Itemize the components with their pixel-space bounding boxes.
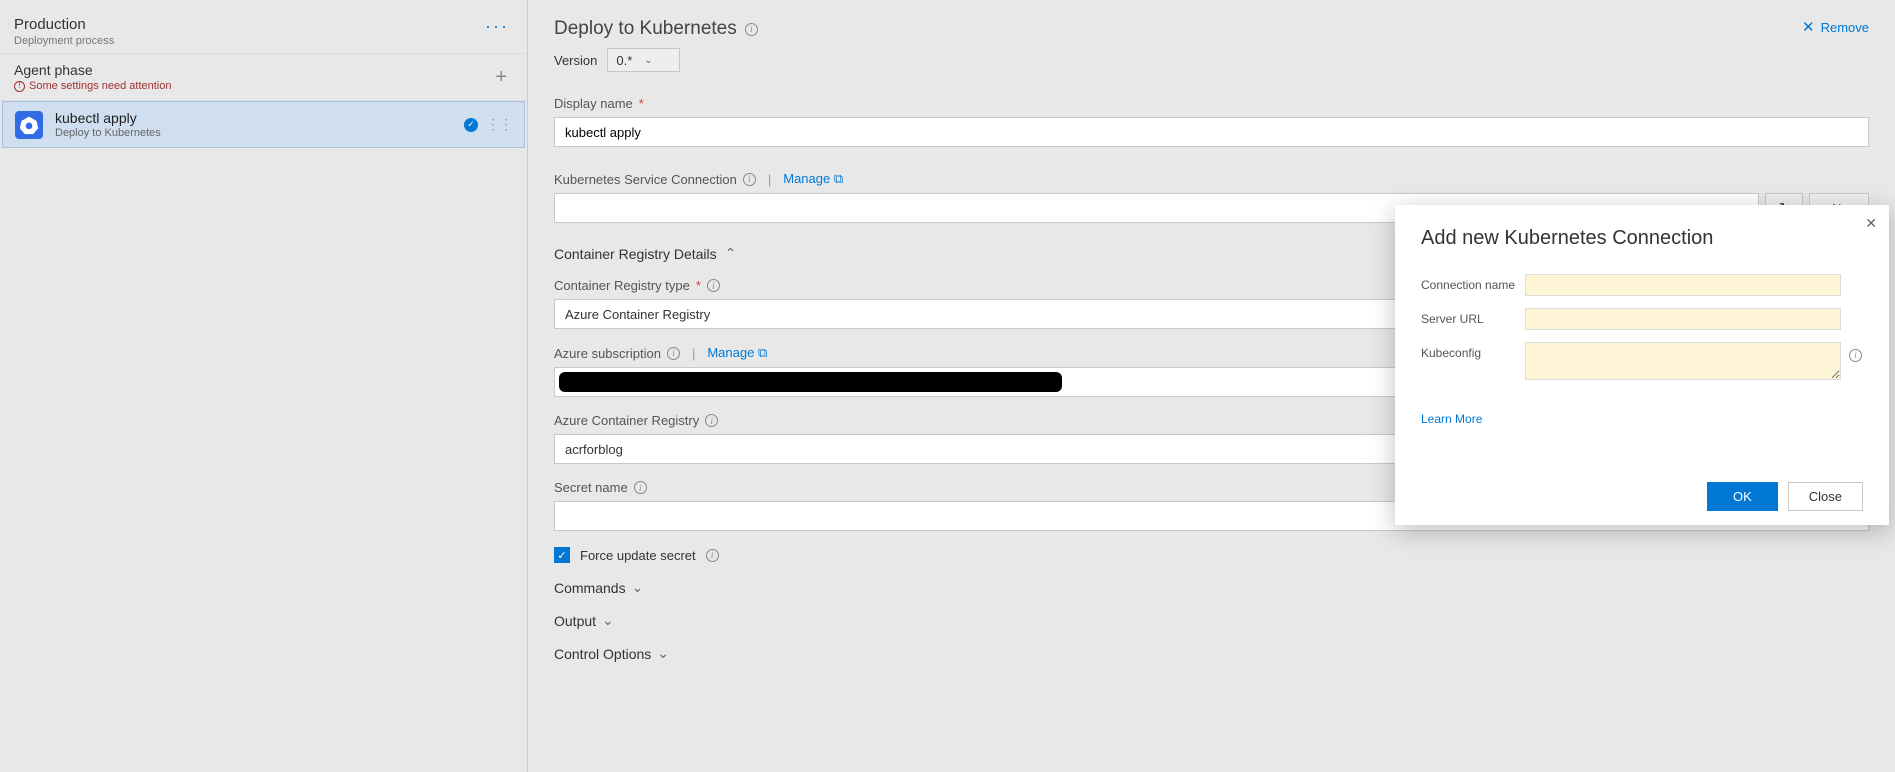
info-icon[interactable]: i	[706, 549, 719, 562]
agent-phase-title: Agent phase	[14, 62, 171, 78]
agent-phase-row[interactable]: Agent phase ! Some settings need attenti…	[0, 54, 527, 101]
agent-phase-warning-text: Some settings need attention	[29, 80, 171, 92]
right-panel: Deploy to Kubernetes i Version 0.* ⌄ ✕ R…	[528, 0, 1895, 772]
add-task-button[interactable]: +	[489, 66, 513, 89]
left-panel: Production Deployment process ··· Agent …	[0, 0, 528, 772]
info-icon[interactable]: i	[743, 173, 756, 186]
version-value: 0.*	[616, 53, 632, 68]
required-indicator: *	[696, 278, 701, 293]
info-icon[interactable]: i	[634, 481, 647, 494]
connection-name-input[interactable]	[1525, 274, 1841, 296]
drag-handle-icon[interactable]: ⋮⋮	[486, 116, 512, 133]
server-url-input[interactable]	[1525, 308, 1841, 330]
close-icon: ✕	[1802, 18, 1815, 36]
version-row: Version 0.* ⌄	[554, 48, 758, 72]
cr-type-value: Azure Container Registry	[565, 307, 710, 322]
cr-details-label: Container Registry Details	[554, 246, 717, 262]
kubernetes-icon	[15, 111, 43, 139]
chevron-down-icon	[632, 579, 644, 596]
manage-link[interactable]: Manage ⧉	[783, 171, 843, 187]
acr-value: acrforblog	[565, 442, 623, 457]
chevron-down-icon	[602, 612, 614, 629]
remove-button[interactable]: ✕ Remove	[1802, 18, 1869, 36]
manage-label: Manage	[707, 345, 754, 360]
chevron-down-icon	[657, 645, 669, 662]
required-indicator: *	[639, 96, 644, 111]
cr-type-label: Container Registry type	[554, 278, 690, 293]
close-button[interactable]: Close	[1788, 482, 1863, 511]
display-name-label: Display name	[554, 96, 633, 111]
process-subtitle: Deployment process	[14, 35, 114, 47]
force-update-checkbox[interactable]: ✓	[554, 547, 570, 563]
acr-label: Azure Container Registry	[554, 413, 699, 428]
process-title: Production	[14, 16, 114, 33]
info-icon[interactable]: i	[705, 414, 718, 427]
dialog-close-button[interactable]: ✕	[1865, 215, 1877, 232]
manage-subscription-link[interactable]: Manage ⧉	[707, 345, 767, 361]
chevron-down-icon: ⌄	[644, 55, 652, 66]
warning-icon: !	[14, 81, 25, 92]
control-options-label: Control Options	[554, 646, 651, 662]
info-icon[interactable]: i	[1849, 349, 1862, 362]
info-icon[interactable]: i	[745, 23, 758, 36]
task-row[interactable]: kubectl apply Deploy to Kubernetes ✓ ⋮⋮	[2, 101, 525, 148]
task-subtitle: Deploy to Kubernetes	[55, 127, 452, 139]
process-header: Production Deployment process ···	[0, 10, 527, 54]
server-url-label: Server URL	[1421, 308, 1517, 326]
info-icon[interactable]: i	[707, 279, 720, 292]
ok-button[interactable]: OK	[1707, 482, 1778, 511]
commands-label: Commands	[554, 580, 626, 596]
display-name-input[interactable]	[554, 117, 1869, 147]
info-icon[interactable]: i	[667, 347, 680, 360]
secret-name-label: Secret name	[554, 480, 628, 495]
task-name: kubectl apply	[55, 110, 452, 126]
separator: |	[768, 172, 771, 187]
remove-label: Remove	[1821, 20, 1869, 35]
new-connection-dialog: ✕ Add new Kubernetes Connection Connecti…	[1395, 205, 1889, 525]
task-status-icon: ✓	[464, 118, 478, 132]
version-select[interactable]: 0.* ⌄	[607, 48, 679, 72]
connection-name-label: Connection name	[1421, 274, 1517, 292]
force-update-label: Force update secret	[580, 548, 696, 563]
agent-phase-warning: ! Some settings need attention	[14, 80, 171, 92]
version-label: Version	[554, 53, 597, 68]
az-sub-label: Azure subscription	[554, 346, 661, 361]
output-label: Output	[554, 613, 596, 629]
kubeconfig-textarea[interactable]	[1525, 342, 1841, 380]
control-options-section-toggle[interactable]: Control Options	[554, 645, 1869, 662]
output-section-toggle[interactable]: Output	[554, 612, 1869, 629]
dialog-title: Add new Kubernetes Connection	[1421, 227, 1863, 250]
close-icon: ✕	[1865, 215, 1877, 231]
kubeconfig-label: Kubeconfig	[1421, 342, 1517, 360]
manage-label: Manage	[783, 171, 830, 186]
page-title: Deploy to Kubernetes	[554, 18, 737, 40]
chevron-up-icon	[725, 245, 737, 262]
more-actions-button[interactable]: ···	[481, 16, 513, 37]
ksc-label: Kubernetes Service Connection	[554, 172, 737, 187]
commands-section-toggle[interactable]: Commands	[554, 579, 1869, 596]
separator: |	[692, 346, 695, 361]
learn-more-link[interactable]: Learn More	[1421, 412, 1482, 426]
